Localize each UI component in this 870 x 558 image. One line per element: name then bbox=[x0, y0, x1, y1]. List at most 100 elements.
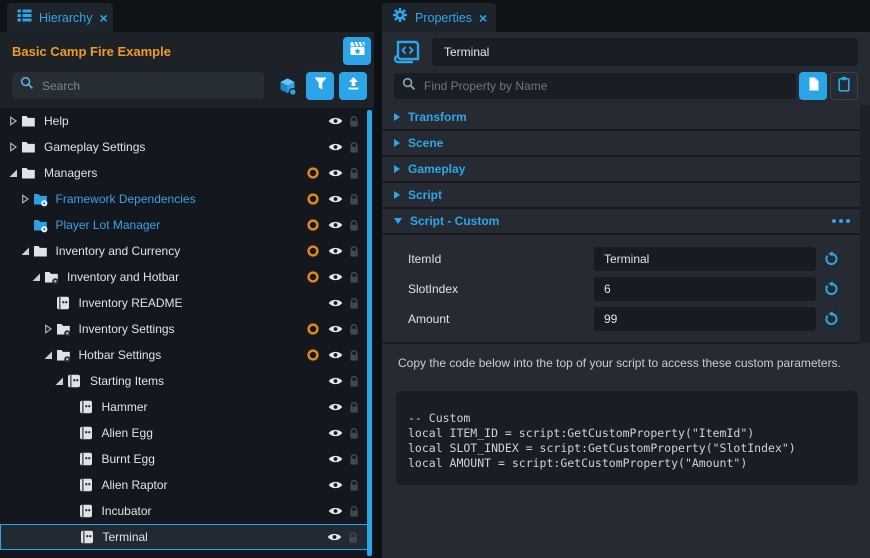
visibility-eye-icon[interactable] bbox=[324, 349, 346, 361]
hierarchy-scrollbar[interactable] bbox=[367, 110, 372, 556]
folder-icon bbox=[21, 114, 37, 128]
tree-row[interactable]: Help bbox=[0, 108, 374, 134]
expand-arrow-icon[interactable] bbox=[43, 350, 56, 360]
visibility-eye-icon[interactable] bbox=[324, 219, 346, 231]
property-value-input[interactable] bbox=[594, 307, 816, 331]
close-icon[interactable]: × bbox=[100, 11, 108, 25]
section-label: Script - Custom bbox=[410, 214, 499, 228]
section-header[interactable]: Scene bbox=[382, 131, 862, 157]
reset-icon[interactable] bbox=[822, 279, 842, 299]
visibility-eye-icon[interactable] bbox=[324, 271, 346, 283]
visibility-eye-icon[interactable] bbox=[324, 505, 346, 517]
visibility-eye-icon[interactable] bbox=[323, 531, 345, 543]
scene-clapper-button[interactable] bbox=[343, 37, 371, 65]
expand-arrow-icon[interactable] bbox=[31, 272, 44, 282]
expand-arrow-icon[interactable] bbox=[8, 116, 21, 126]
section-header[interactable]: Transform bbox=[382, 105, 862, 131]
section-header[interactable]: Script bbox=[382, 183, 862, 209]
visibility-eye-icon[interactable] bbox=[324, 297, 346, 309]
object-name-field[interactable] bbox=[432, 38, 858, 66]
property-value-input[interactable] bbox=[594, 277, 816, 301]
lock-icon[interactable] bbox=[346, 271, 362, 284]
tab-hierarchy-label: Hierarchy bbox=[39, 11, 93, 25]
reset-icon[interactable] bbox=[822, 309, 842, 329]
tree-row[interactable]: Framework Dependencies bbox=[0, 186, 374, 212]
lock-icon[interactable] bbox=[346, 115, 362, 128]
visibility-eye-icon[interactable] bbox=[324, 479, 346, 491]
visibility-eye-icon[interactable] bbox=[324, 323, 346, 335]
property-sections: TransformSceneGameplayScript Script - Cus… bbox=[382, 105, 862, 235]
expand-arrow-icon[interactable] bbox=[43, 324, 56, 334]
expand-arrow-icon[interactable] bbox=[20, 246, 33, 256]
tree-row[interactable]: Inventory Settings bbox=[0, 316, 374, 342]
group-cube-icon[interactable] bbox=[276, 75, 300, 99]
visibility-eye-icon[interactable] bbox=[324, 167, 346, 179]
lock-icon[interactable] bbox=[346, 219, 362, 232]
section-header[interactable]: Gameplay bbox=[382, 157, 862, 183]
tree-row[interactable]: Burnt Egg bbox=[0, 446, 374, 472]
lock-icon[interactable] bbox=[346, 297, 362, 310]
visibility-eye-icon[interactable] bbox=[324, 401, 346, 413]
tree-row[interactable]: Starting Items bbox=[0, 368, 374, 394]
filter-button[interactable] bbox=[306, 72, 334, 100]
tree-row[interactable]: Gameplay Settings bbox=[0, 134, 374, 160]
lock-icon[interactable] bbox=[346, 323, 362, 336]
expand-arrow-icon[interactable] bbox=[54, 376, 67, 386]
tree-row[interactable]: Player Lot Manager bbox=[0, 212, 374, 238]
ellipsis-menu-icon[interactable] bbox=[832, 219, 850, 223]
lock-icon[interactable] bbox=[346, 505, 362, 518]
tab-properties[interactable]: Properties × bbox=[382, 3, 496, 32]
lock-icon[interactable] bbox=[346, 401, 362, 414]
tree-row[interactable]: Inventory and Hotbar bbox=[0, 264, 374, 290]
lock-icon[interactable] bbox=[346, 427, 362, 440]
tree-row[interactable]: Alien Egg bbox=[0, 420, 374, 446]
paste-properties-button[interactable] bbox=[830, 72, 858, 100]
property-search-box[interactable] bbox=[394, 73, 796, 99]
lock-icon[interactable] bbox=[346, 349, 362, 362]
visibility-eye-icon[interactable] bbox=[324, 193, 346, 205]
visibility-eye-icon[interactable] bbox=[324, 453, 346, 465]
section-header[interactable]: Script - Custom bbox=[382, 209, 862, 235]
expand-arrow-icon[interactable] bbox=[20, 194, 33, 204]
lock-icon[interactable] bbox=[346, 245, 362, 258]
folder-badge-icon bbox=[56, 322, 72, 337]
visibility-eye-icon[interactable] bbox=[324, 375, 346, 387]
property-search-input[interactable] bbox=[422, 78, 788, 94]
hierarchy-search-box[interactable] bbox=[12, 72, 264, 99]
tab-hierarchy[interactable]: Hierarchy × bbox=[7, 3, 113, 32]
tree-row[interactable]: Inventory and Currency bbox=[0, 238, 374, 264]
copy-properties-button[interactable] bbox=[799, 72, 827, 100]
reset-icon[interactable] bbox=[822, 249, 842, 269]
tree-row[interactable]: Incubator bbox=[0, 498, 374, 524]
tree-row[interactable]: Terminal bbox=[0, 524, 368, 550]
tree-row[interactable]: Managers bbox=[0, 160, 374, 186]
search-input[interactable] bbox=[40, 78, 256, 94]
chevron-right-icon bbox=[394, 165, 400, 173]
upload-button[interactable] bbox=[339, 72, 367, 100]
object-name-input[interactable] bbox=[442, 44, 848, 60]
property-label: SlotIndex bbox=[382, 282, 578, 296]
network-context-ring-icon bbox=[302, 244, 324, 258]
tree-row[interactable]: Inventory README bbox=[0, 290, 374, 316]
property-value-input[interactable] bbox=[594, 247, 816, 271]
lock-icon[interactable] bbox=[346, 193, 362, 206]
lock-icon[interactable] bbox=[346, 479, 362, 492]
visibility-eye-icon[interactable] bbox=[324, 115, 346, 127]
expand-arrow-icon[interactable] bbox=[8, 142, 21, 152]
tree-item-label: Help bbox=[44, 114, 69, 128]
lock-icon[interactable] bbox=[346, 167, 362, 180]
close-icon[interactable]: × bbox=[479, 11, 487, 25]
lock-icon[interactable] bbox=[346, 453, 362, 466]
lock-icon[interactable] bbox=[346, 375, 362, 388]
visibility-eye-icon[interactable] bbox=[324, 245, 346, 257]
visibility-eye-icon[interactable] bbox=[324, 141, 346, 153]
tree-row[interactable]: Hotbar Settings bbox=[0, 342, 374, 368]
property-label: Amount bbox=[382, 312, 578, 326]
tree-row[interactable]: Alien Raptor bbox=[0, 472, 374, 498]
lock-icon[interactable] bbox=[345, 531, 361, 544]
lock-icon[interactable] bbox=[346, 141, 362, 154]
script-code-icon bbox=[390, 37, 424, 67]
expand-arrow-icon[interactable] bbox=[8, 168, 21, 178]
tree-row[interactable]: Hammer bbox=[0, 394, 374, 420]
visibility-eye-icon[interactable] bbox=[324, 427, 346, 439]
